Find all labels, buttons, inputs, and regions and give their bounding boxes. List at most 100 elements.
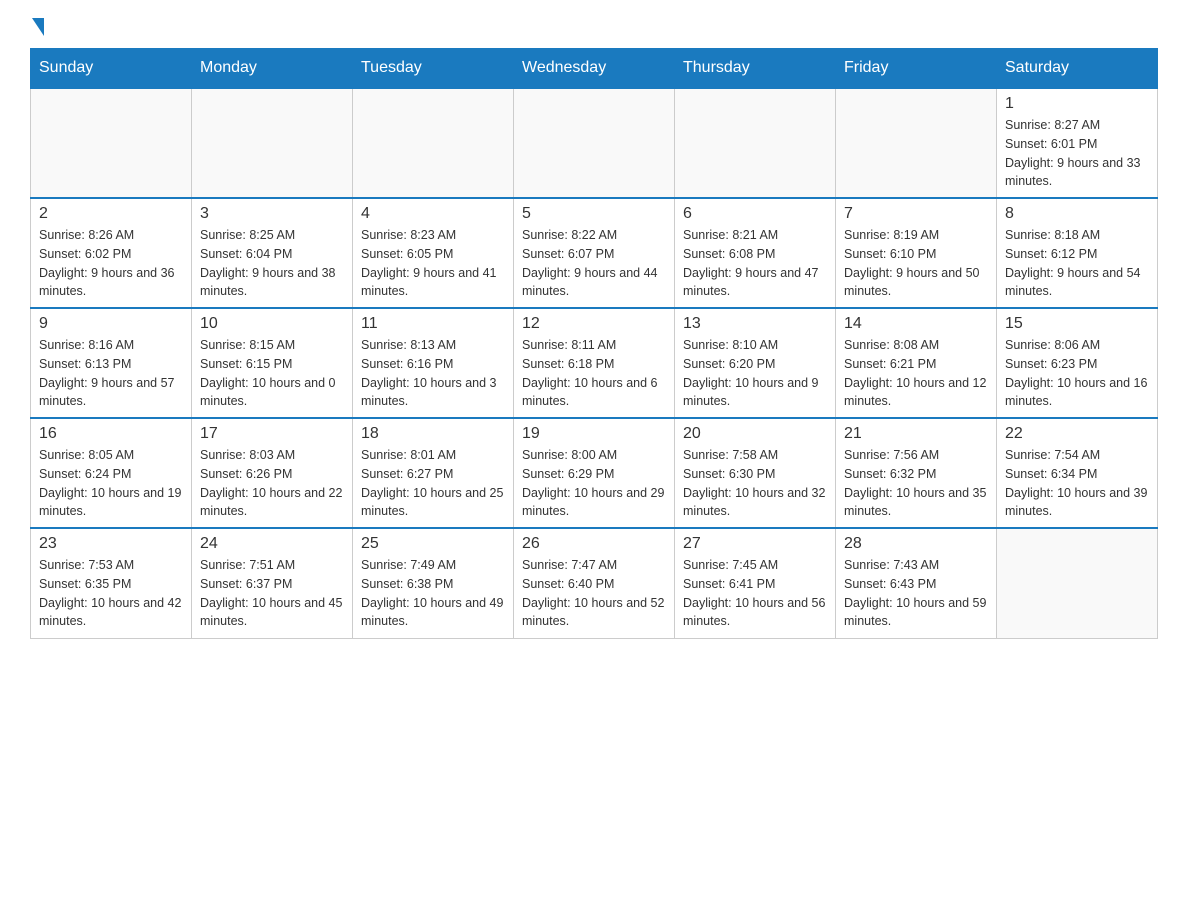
day-number: 26 — [522, 535, 666, 553]
calendar-cell: 7Sunrise: 8:19 AMSunset: 6:10 PMDaylight… — [836, 198, 997, 308]
day-info: Sunrise: 7:49 AM — [361, 556, 505, 575]
day-info: Sunrise: 8:13 AM — [361, 336, 505, 355]
day-info: Sunrise: 8:01 AM — [361, 446, 505, 465]
day-header-saturday: Saturday — [997, 49, 1158, 89]
day-number: 24 — [200, 535, 344, 553]
calendar-cell — [353, 88, 514, 198]
day-info: Sunrise: 8:19 AM — [844, 226, 988, 245]
page-header — [30, 20, 1158, 38]
day-info: Sunrise: 8:11 AM — [522, 336, 666, 355]
day-header-thursday: Thursday — [675, 49, 836, 89]
calendar-cell: 22Sunrise: 7:54 AMSunset: 6:34 PMDayligh… — [997, 418, 1158, 528]
day-info: Daylight: 10 hours and 29 minutes. — [522, 484, 666, 522]
calendar-cell: 4Sunrise: 8:23 AMSunset: 6:05 PMDaylight… — [353, 198, 514, 308]
calendar-cell: 25Sunrise: 7:49 AMSunset: 6:38 PMDayligh… — [353, 528, 514, 638]
day-info: Daylight: 10 hours and 6 minutes. — [522, 374, 666, 412]
day-info: Sunrise: 7:43 AM — [844, 556, 988, 575]
day-info: Sunrise: 8:06 AM — [1005, 336, 1149, 355]
day-info: Sunrise: 8:27 AM — [1005, 116, 1149, 135]
calendar-cell: 18Sunrise: 8:01 AMSunset: 6:27 PMDayligh… — [353, 418, 514, 528]
day-info: Sunset: 6:10 PM — [844, 245, 988, 264]
day-header-friday: Friday — [836, 49, 997, 89]
day-info: Sunset: 6:13 PM — [39, 355, 183, 374]
day-info: Sunset: 6:01 PM — [1005, 135, 1149, 154]
day-info: Sunset: 6:18 PM — [522, 355, 666, 374]
day-info: Daylight: 10 hours and 25 minutes. — [361, 484, 505, 522]
day-number: 25 — [361, 535, 505, 553]
day-info: Sunrise: 8:18 AM — [1005, 226, 1149, 245]
day-number: 27 — [683, 535, 827, 553]
day-number: 22 — [1005, 425, 1149, 443]
day-number: 8 — [1005, 205, 1149, 223]
day-info: Sunrise: 8:03 AM — [200, 446, 344, 465]
day-info: Daylight: 10 hours and 52 minutes. — [522, 594, 666, 632]
day-number: 17 — [200, 425, 344, 443]
calendar-cell: 24Sunrise: 7:51 AMSunset: 6:37 PMDayligh… — [192, 528, 353, 638]
calendar-cell: 27Sunrise: 7:45 AMSunset: 6:41 PMDayligh… — [675, 528, 836, 638]
day-number: 12 — [522, 315, 666, 333]
day-info: Sunset: 6:38 PM — [361, 575, 505, 594]
calendar-week-5: 23 Sunrise: 7:53 AMSunset: 6:35 PM Dayligh… — [31, 528, 1158, 638]
day-header-wednesday: Wednesday — [514, 49, 675, 89]
day-info: Sunset: 6:20 PM — [683, 355, 827, 374]
calendar-cell: 19Sunrise: 8:00 AMSunset: 6:29 PMDayligh… — [514, 418, 675, 528]
day-info: Sunrise: 8:16 AM — [39, 336, 183, 355]
day-number: 6 — [683, 205, 827, 223]
day-info: Sunset: 6:32 PM — [844, 465, 988, 484]
day-info: Sunrise: 7:58 AM — [683, 446, 827, 465]
day-number: 21 — [844, 425, 988, 443]
calendar-cell: 12 Sunrise: 8:11 AMSunset: 6:18 PMDayligh… — [514, 308, 675, 418]
day-info: Sunrise: 8:10 AM — [683, 336, 827, 355]
day-info: Sunrise: 7:53 AM — [39, 556, 183, 575]
day-info: Sunset: 6:26 PM — [200, 465, 344, 484]
day-number: 10 — [200, 315, 344, 333]
day-number: 23 — [39, 535, 183, 553]
day-info: Sunset: 6:23 PM — [1005, 355, 1149, 374]
day-info: Sunset: 6:27 PM — [361, 465, 505, 484]
day-info: Sunset: 6:08 PM — [683, 245, 827, 264]
day-info: Sunrise: 8:26 AM — [39, 226, 183, 245]
day-info: Daylight: 10 hours and 3 minutes. — [361, 374, 505, 412]
logo-arrow-icon — [32, 18, 44, 36]
day-info: Daylight: 9 hours and 33 minutes. — [1005, 154, 1149, 192]
day-info: Sunset: 6:43 PM — [844, 575, 988, 594]
day-number: 7 — [844, 205, 988, 223]
calendar-week-2: 2Sunrise: 8:26 AMSunset: 6:02 PMDaylight… — [31, 198, 1158, 308]
day-header-tuesday: Tuesday — [353, 49, 514, 89]
calendar-cell: 13Sunrise: 8:10 AMSunset: 6:20 PMDayligh… — [675, 308, 836, 418]
day-info: Sunset: 6:05 PM — [361, 245, 505, 264]
day-number: 13 — [683, 315, 827, 333]
calendar-cell: 28Sunrise: 7:43 AMSunset: 6:43 PMDayligh… — [836, 528, 997, 638]
calendar-cell: 21 Sunrise: 7:56 AMSunset: 6:32 PMDayligh… — [836, 418, 997, 528]
calendar-cell: 8Sunrise: 8:18 AMSunset: 6:12 PMDaylight… — [997, 198, 1158, 308]
day-info: Sunset: 6:40 PM — [522, 575, 666, 594]
day-info: Sunrise: 7:56 AM — [844, 446, 988, 465]
calendar-cell: 23Sunrise: 7:53 AMSunset: 6:35 PMDayligh… — [31, 528, 192, 638]
day-info: Daylight: 9 hours and 36 minutes. — [39, 264, 183, 302]
day-header-sunday: Sunday — [31, 49, 192, 89]
day-info: Sunset: 6:07 PM — [522, 245, 666, 264]
day-info: Daylight: 9 hours and 38 minutes. — [200, 264, 344, 302]
day-info: Sunrise: 8:00 AM — [522, 446, 666, 465]
day-number: 4 — [361, 205, 505, 223]
day-number: 5 — [522, 205, 666, 223]
day-info: Sunset: 6:24 PM — [39, 465, 183, 484]
day-info: Sunset: 6:35 PM — [39, 575, 183, 594]
day-number: 3 — [200, 205, 344, 223]
day-info: Sunset: 6:02 PM — [39, 245, 183, 264]
day-number: 2 — [39, 205, 183, 223]
day-number: 15 — [1005, 315, 1149, 333]
day-info: Daylight: 10 hours and 35 minutes. — [844, 484, 988, 522]
calendar-cell: 6Sunrise: 8:21 AMSunset: 6:08 PMDaylight… — [675, 198, 836, 308]
day-number: 28 — [844, 535, 988, 553]
calendar-cell: 2 Sunrise: 8:26 AMSunset: 6:02 PMDaylight… — [31, 198, 192, 308]
day-info: Daylight: 9 hours and 47 minutes. — [683, 264, 827, 302]
calendar-cell: 15Sunrise: 8:06 AMSunset: 6:23 PMDayligh… — [997, 308, 1158, 418]
logo-text — [30, 20, 44, 38]
calendar-cell: 1Sunrise: 8:27 AMSunset: 6:01 PMDaylight… — [997, 88, 1158, 198]
calendar-week-4: 16Sunrise: 8:05 AMSunset: 6:24 PMDayligh… — [31, 418, 1158, 528]
calendar-cell: 14Sunrise: 8:08 AMSunset: 6:21 PMDayligh… — [836, 308, 997, 418]
calendar-cell: 3Sunrise: 8:25 AMSunset: 6:04 PMDaylight… — [192, 198, 353, 308]
calendar-week-3: 9Sunrise: 8:16 AMSunset: 6:13 PMDaylight… — [31, 308, 1158, 418]
day-info: Sunrise: 8:15 AM — [200, 336, 344, 355]
